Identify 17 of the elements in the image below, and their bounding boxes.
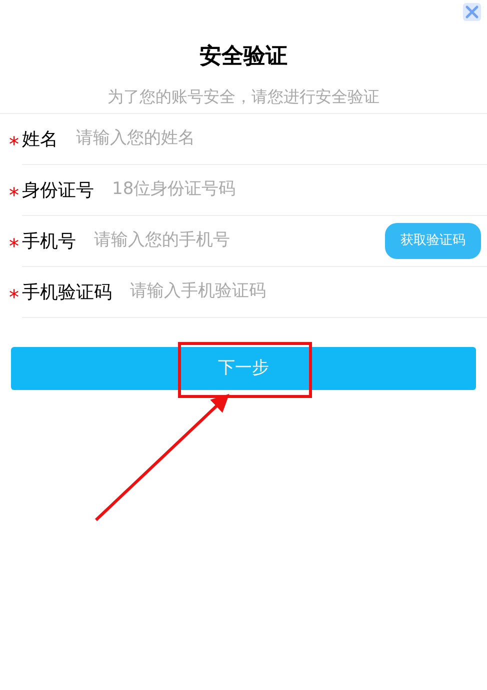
required-mark: * (9, 184, 20, 204)
input-field[interactable]: 请输入您的姓名 (76, 126, 481, 152)
page-title: 安全验证 (198, 42, 288, 71)
field-label: 姓名 (22, 128, 58, 152)
field-label: 手机号 (22, 230, 76, 254)
get-code-button[interactable]: 获取验证码 (385, 223, 481, 259)
required-mark: * (9, 236, 20, 256)
input-field[interactable]: 18位身份证号码 (112, 177, 481, 203)
field-label: 手机验证码 (22, 280, 112, 304)
close-icon[interactable] (463, 3, 481, 21)
field-label: 身份证号 (22, 178, 94, 202)
required-mark: * (9, 286, 20, 306)
subtitle: 为了您的账号安全，请您进行安全验证 (0, 86, 487, 114)
input-field[interactable]: 请输入您的手机号 (94, 228, 385, 254)
input-field[interactable]: 请输入手机验证码 (130, 279, 481, 305)
required-mark: * (9, 134, 20, 154)
next-button[interactable]: 下一步 (11, 347, 476, 390)
